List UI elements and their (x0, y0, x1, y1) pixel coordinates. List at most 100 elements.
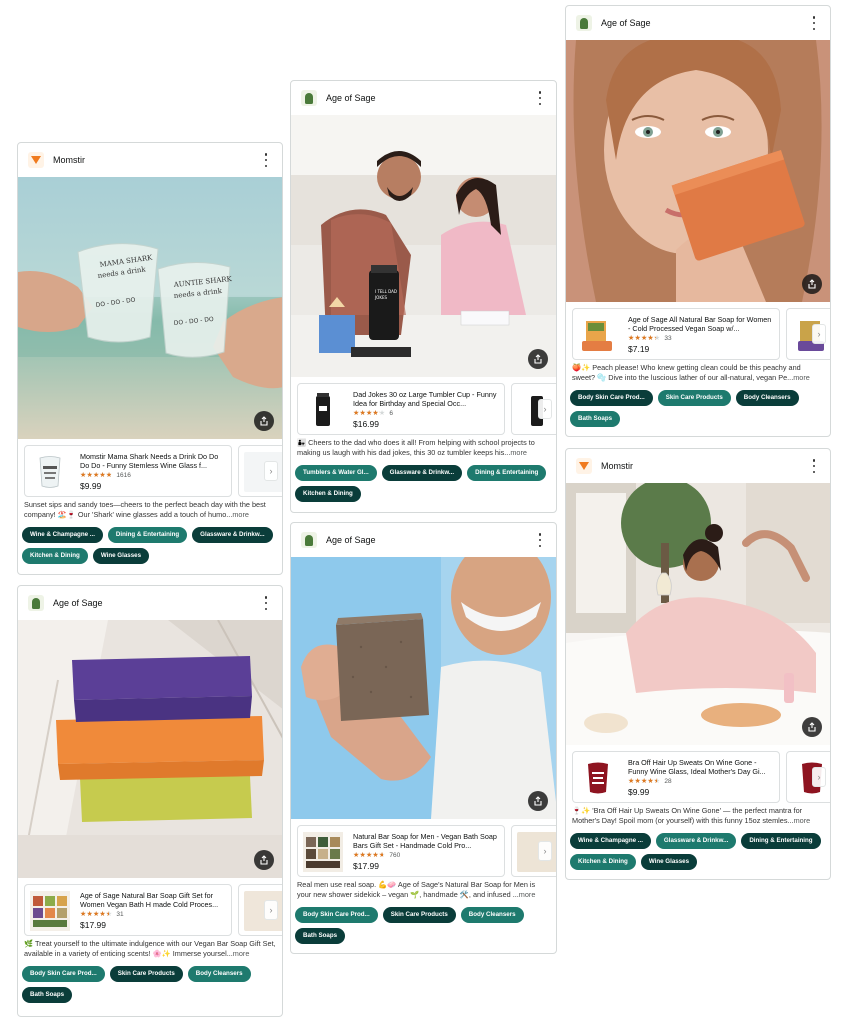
rating-stars: ★★★★★★★★★★ (353, 410, 386, 417)
category-tag[interactable]: Dining & Entertaining (467, 465, 547, 481)
svg-text:I TELL DAD: I TELL DAD (375, 289, 397, 294)
product-title[interactable]: Bra Off Hair Up Sweats On Wine Gone - Fu… (628, 758, 774, 776)
brand-name[interactable]: Age of Sage (326, 535, 376, 545)
review-count[interactable]: 28 (664, 778, 671, 785)
product-title[interactable]: Dad Jokes 30 oz Large Tumbler Cup - Funn… (353, 390, 499, 408)
momstir-logo[interactable] (28, 152, 44, 168)
category-tag[interactable]: Body Skin Care Prod... (570, 390, 653, 406)
more-options-icon[interactable] (808, 16, 820, 30)
category-tag[interactable]: Body Cleansers (735, 390, 799, 406)
category-tag[interactable]: Skin Care Products (109, 966, 183, 982)
category-tag[interactable]: Bath Soaps (295, 928, 346, 944)
product-card[interactable]: Dad Jokes 30 oz Large Tumbler Cup - Funn… (297, 383, 505, 435)
more-link[interactable]: more (519, 890, 536, 899)
review-count[interactable]: 1616 (116, 472, 130, 479)
category-tag[interactable]: Kitchen & Dining (22, 548, 88, 564)
category-tag[interactable]: Wine Glasses (92, 548, 150, 564)
more-options-icon[interactable] (534, 533, 546, 547)
more-link[interactable]: more (794, 816, 811, 825)
share-icon[interactable] (802, 274, 822, 294)
product-price: $9.99 (80, 481, 102, 491)
category-tag[interactable]: Body Skin Care Prod... (22, 966, 105, 982)
share-icon[interactable] (528, 349, 548, 369)
more-link[interactable]: more (233, 949, 250, 958)
category-tag[interactable]: Kitchen & Dining (295, 486, 361, 502)
more-link[interactable]: more (793, 373, 810, 382)
product-title[interactable]: Natural Bar Soap for Men - Vegan Bath So… (353, 832, 499, 850)
product-price: $9.99 (628, 787, 650, 797)
post-image[interactable]: I TELL DAD JOKES (291, 115, 556, 377)
post-caption: 👨‍👧 Cheers to the dad who does it all! F… (291, 435, 556, 462)
rating-stars: ★★★★★★★★★★ (353, 852, 386, 859)
category-tag[interactable]: Wine & Champagne ... (22, 527, 103, 543)
age-of-sage-logo[interactable] (576, 15, 592, 31)
post-image[interactable] (18, 620, 282, 878)
post-image[interactable] (566, 40, 830, 302)
category-tag[interactable]: Body Skin Care Prod... (295, 907, 378, 923)
product-card[interactable]: Natural Bar Soap for Men - Vegan Bath So… (297, 825, 505, 877)
brand-name[interactable]: Age of Sage (601, 18, 651, 28)
category-tag[interactable]: Dining & Entertaining (741, 833, 821, 849)
category-tag[interactable]: Dining & Entertaining (107, 527, 188, 543)
product-card[interactable]: Bra Off Hair Up Sweats On Wine Gone - Fu… (572, 751, 780, 803)
category-tag[interactable]: Bath Soaps (22, 987, 73, 1003)
category-tag[interactable]: Glassware & Drinkw... (381, 465, 463, 481)
product-carousel: Bra Off Hair Up Sweats On Wine Gone - Fu… (566, 745, 830, 803)
product-title[interactable]: Age of Sage All Natural Bar Soap for Wom… (628, 315, 774, 333)
category-tag[interactable]: Glassware & Drinkw... (192, 527, 273, 543)
product-card[interactable]: Age of Sage All Natural Bar Soap for Wom… (572, 308, 780, 360)
more-options-icon[interactable] (260, 596, 272, 610)
category-tag[interactable]: Kitchen & Dining (570, 854, 636, 870)
product-title[interactable]: Age of Sage Natural Bar Soap Gift Set fo… (80, 891, 226, 909)
brand-name[interactable]: Momstir (53, 155, 85, 165)
age-of-sage-logo[interactable] (28, 595, 44, 611)
chevron-right-icon[interactable]: › (264, 900, 278, 920)
age-of-sage-logo[interactable] (301, 532, 317, 548)
product-rating: ★★★★★ ★★★★★ 1616 (80, 471, 226, 480)
review-count[interactable]: 33 (664, 335, 671, 342)
brand-name[interactable]: Age of Sage (326, 93, 376, 103)
post-card: Age of Sage I TELL DAD JOKES Dad Jokes 3… (290, 80, 557, 513)
share-icon[interactable] (254, 850, 274, 870)
brand-name[interactable]: Age of Sage (53, 598, 103, 608)
category-tag[interactable]: Wine Glasses (640, 854, 698, 870)
more-options-icon[interactable] (534, 91, 546, 105)
card-header: Age of Sage (18, 586, 282, 620)
category-tag[interactable]: Body Cleansers (187, 966, 251, 982)
product-card[interactable]: Momstir Mama Shark Needs a Drink Do Do D… (24, 445, 232, 497)
product-title[interactable]: Momstir Mama Shark Needs a Drink Do Do D… (80, 452, 226, 470)
chevron-right-icon[interactable]: › (538, 399, 552, 419)
share-icon[interactable] (528, 791, 548, 811)
age-of-sage-logo[interactable] (301, 90, 317, 106)
post-image[interactable] (566, 483, 830, 745)
category-tag[interactable]: Glassware & Drinkw... (655, 833, 737, 849)
chevron-right-icon[interactable]: › (812, 767, 826, 787)
share-icon[interactable] (802, 717, 822, 737)
more-link[interactable]: more (232, 510, 249, 519)
category-tag[interactable]: Skin Care Products (657, 390, 731, 406)
product-carousel: Natural Bar Soap for Men - Vegan Bath So… (291, 819, 556, 877)
brand-name[interactable]: Momstir (601, 461, 633, 471)
category-tag[interactable]: Body Cleansers (460, 907, 524, 923)
review-count[interactable]: 6 (389, 410, 393, 417)
more-options-icon[interactable] (260, 153, 272, 167)
review-count[interactable]: 31 (116, 911, 123, 918)
chevron-right-icon[interactable]: › (264, 461, 278, 481)
post-caption: 🍑✨ Peach please! Who knew getting clean … (566, 360, 830, 387)
share-icon[interactable] (254, 411, 274, 431)
card-header: Age of Sage (291, 523, 556, 557)
review-count[interactable]: 760 (389, 852, 400, 859)
product-card[interactable]: Age of Sage Natural Bar Soap Gift Set fo… (24, 884, 232, 936)
chevron-right-icon[interactable]: › (812, 324, 826, 344)
momstir-logo[interactable] (576, 458, 592, 474)
more-link[interactable]: more (510, 448, 527, 457)
category-tag[interactable]: Tumblers & Water Gl... (295, 465, 377, 481)
category-tags: Wine & Champagne ... Dining & Entertaini… (18, 524, 282, 564)
post-image[interactable] (291, 557, 556, 819)
category-tag[interactable]: Bath Soaps (570, 411, 621, 427)
post-image[interactable]: MAMA SHARK needs a drink DO - DO - DO AU… (18, 177, 282, 439)
category-tag[interactable]: Wine & Champagne ... (570, 833, 651, 849)
chevron-right-icon[interactable]: › (538, 841, 552, 861)
more-options-icon[interactable] (808, 459, 820, 473)
category-tag[interactable]: Skin Care Products (382, 907, 456, 923)
